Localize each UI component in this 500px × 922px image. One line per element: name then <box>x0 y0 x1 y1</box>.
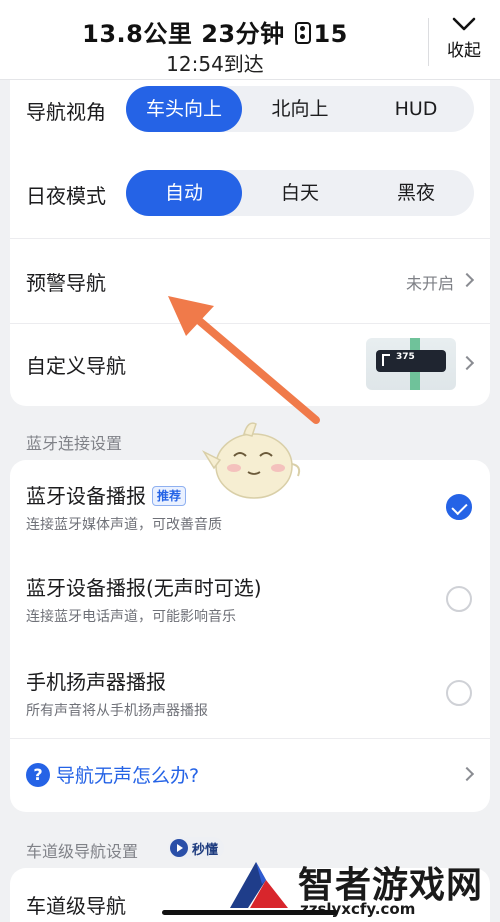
no-sound-help-link[interactable]: 导航无声怎么办? <box>56 761 199 788</box>
route-summary: 13.8公里 23分钟 15 <box>0 14 430 49</box>
route-duration: 23分钟 <box>201 20 285 48</box>
preview-guidance-panel: 375 <box>376 350 446 372</box>
phone-speaker-row[interactable]: 手机扬声器播报 所有声音将从手机扬声器播报 <box>10 652 490 738</box>
view-angle-label: 导航视角 <box>26 100 106 124</box>
phone-speaker-desc: 所有声音将从手机扬声器播报 <box>26 703 208 719</box>
route-distance: 13.8公里 <box>82 20 193 48</box>
navigation-settings-card: 导航视角 车头向上 北向上 HUD 日夜模式 自动 白天 黑夜 预警导航 未开启… <box>10 60 490 406</box>
bluetooth-media-label: 蓝牙设备播报 推荐 <box>26 480 187 509</box>
collapse-label: 收起 <box>447 41 481 61</box>
traffic-light-icon <box>295 22 312 44</box>
home-indicator[interactable] <box>162 910 338 915</box>
custom-navigation-row[interactable]: 自定义导航 375 <box>10 324 490 406</box>
phone-speaker-checkbox[interactable] <box>446 680 472 706</box>
day-night-option-day[interactable]: 白天 <box>242 170 358 216</box>
day-night-segmented-control: 自动 白天 黑夜 <box>126 170 474 216</box>
recommend-badge: 推荐 <box>152 486 187 506</box>
quick-video-badge[interactable]: 秒懂 <box>168 837 224 859</box>
eta-text: 12:54到达 <box>166 52 264 76</box>
chevron-right-icon <box>459 355 475 371</box>
chevron-right-icon <box>459 272 475 288</box>
bluetooth-media-title: 蓝牙设备播报 <box>26 484 146 508</box>
day-night-row: 日夜模式 自动 白天 黑夜 <box>10 150 490 238</box>
day-night-option-auto[interactable]: 自动 <box>126 170 242 216</box>
view-option-heading-up[interactable]: 车头向上 <box>126 86 242 132</box>
turn-arrow-icon <box>382 354 390 366</box>
question-circle-icon: ? <box>26 763 50 787</box>
traffic-light-count: 15 <box>313 20 348 48</box>
view-angle-segmented-control: 车头向上 北向上 HUD <box>126 86 474 132</box>
day-night-label: 日夜模式 <box>26 184 106 208</box>
bluetooth-media-checkbox[interactable] <box>446 494 472 520</box>
view-option-north-up[interactable]: 北向上 <box>242 86 358 132</box>
custom-navigation-preview: 375 <box>366 338 456 390</box>
bluetooth-section-title: 蓝牙连接设置 <box>26 434 123 453</box>
preview-distance: 375 <box>396 352 415 362</box>
warning-navigation-label: 预警导航 <box>26 271 106 295</box>
bluetooth-phone-desc: 连接蓝牙电话声道，可能影响音乐 <box>26 609 236 625</box>
watermark-url: zzslyxcfy.com <box>300 900 416 918</box>
bluetooth-media-desc: 连接蓝牙媒体声道，可改善音质 <box>26 517 222 533</box>
collapse-button[interactable]: 收起 <box>432 10 496 72</box>
chevron-right-icon <box>459 766 475 782</box>
custom-navigation-label: 自定义导航 <box>26 354 126 378</box>
day-night-option-night[interactable]: 黑夜 <box>358 170 474 216</box>
bluetooth-phone-label: 蓝牙设备播报(无声时可选) <box>26 576 262 600</box>
watermark-logo <box>230 862 288 908</box>
no-sound-help-row[interactable]: ? 导航无声怎么办? <box>10 739 490 812</box>
quick-video-label: 秒懂 <box>192 843 219 858</box>
play-circle-icon <box>170 839 188 857</box>
bluetooth-phone-checkbox[interactable] <box>446 586 472 612</box>
header-divider <box>428 18 429 66</box>
view-option-hud[interactable]: HUD <box>358 86 474 132</box>
chevron-down-icon <box>452 17 476 31</box>
phone-speaker-label: 手机扬声器播报 <box>26 670 166 694</box>
lane-navigation-label[interactable]: 车道级导航 <box>26 890 126 919</box>
warning-navigation-status: 未开启 <box>405 274 454 293</box>
bluetooth-phone-row[interactable]: 蓝牙设备播报(无声时可选) 连接蓝牙电话声道，可能影响音乐 <box>10 556 490 652</box>
bluetooth-settings-card: 蓝牙设备播报 推荐 连接蓝牙媒体声道，可改善音质 蓝牙设备播报(无声时可选) 连接… <box>10 460 490 812</box>
lane-navigation-section-title: 车道级导航设置 <box>26 842 139 861</box>
nav-summary-bar: 13.8公里 23分钟 15 12:54到达 收起 <box>0 0 500 80</box>
mascot-sticker <box>201 422 301 499</box>
warning-navigation-row[interactable]: 预警导航 未开启 <box>10 239 490 323</box>
